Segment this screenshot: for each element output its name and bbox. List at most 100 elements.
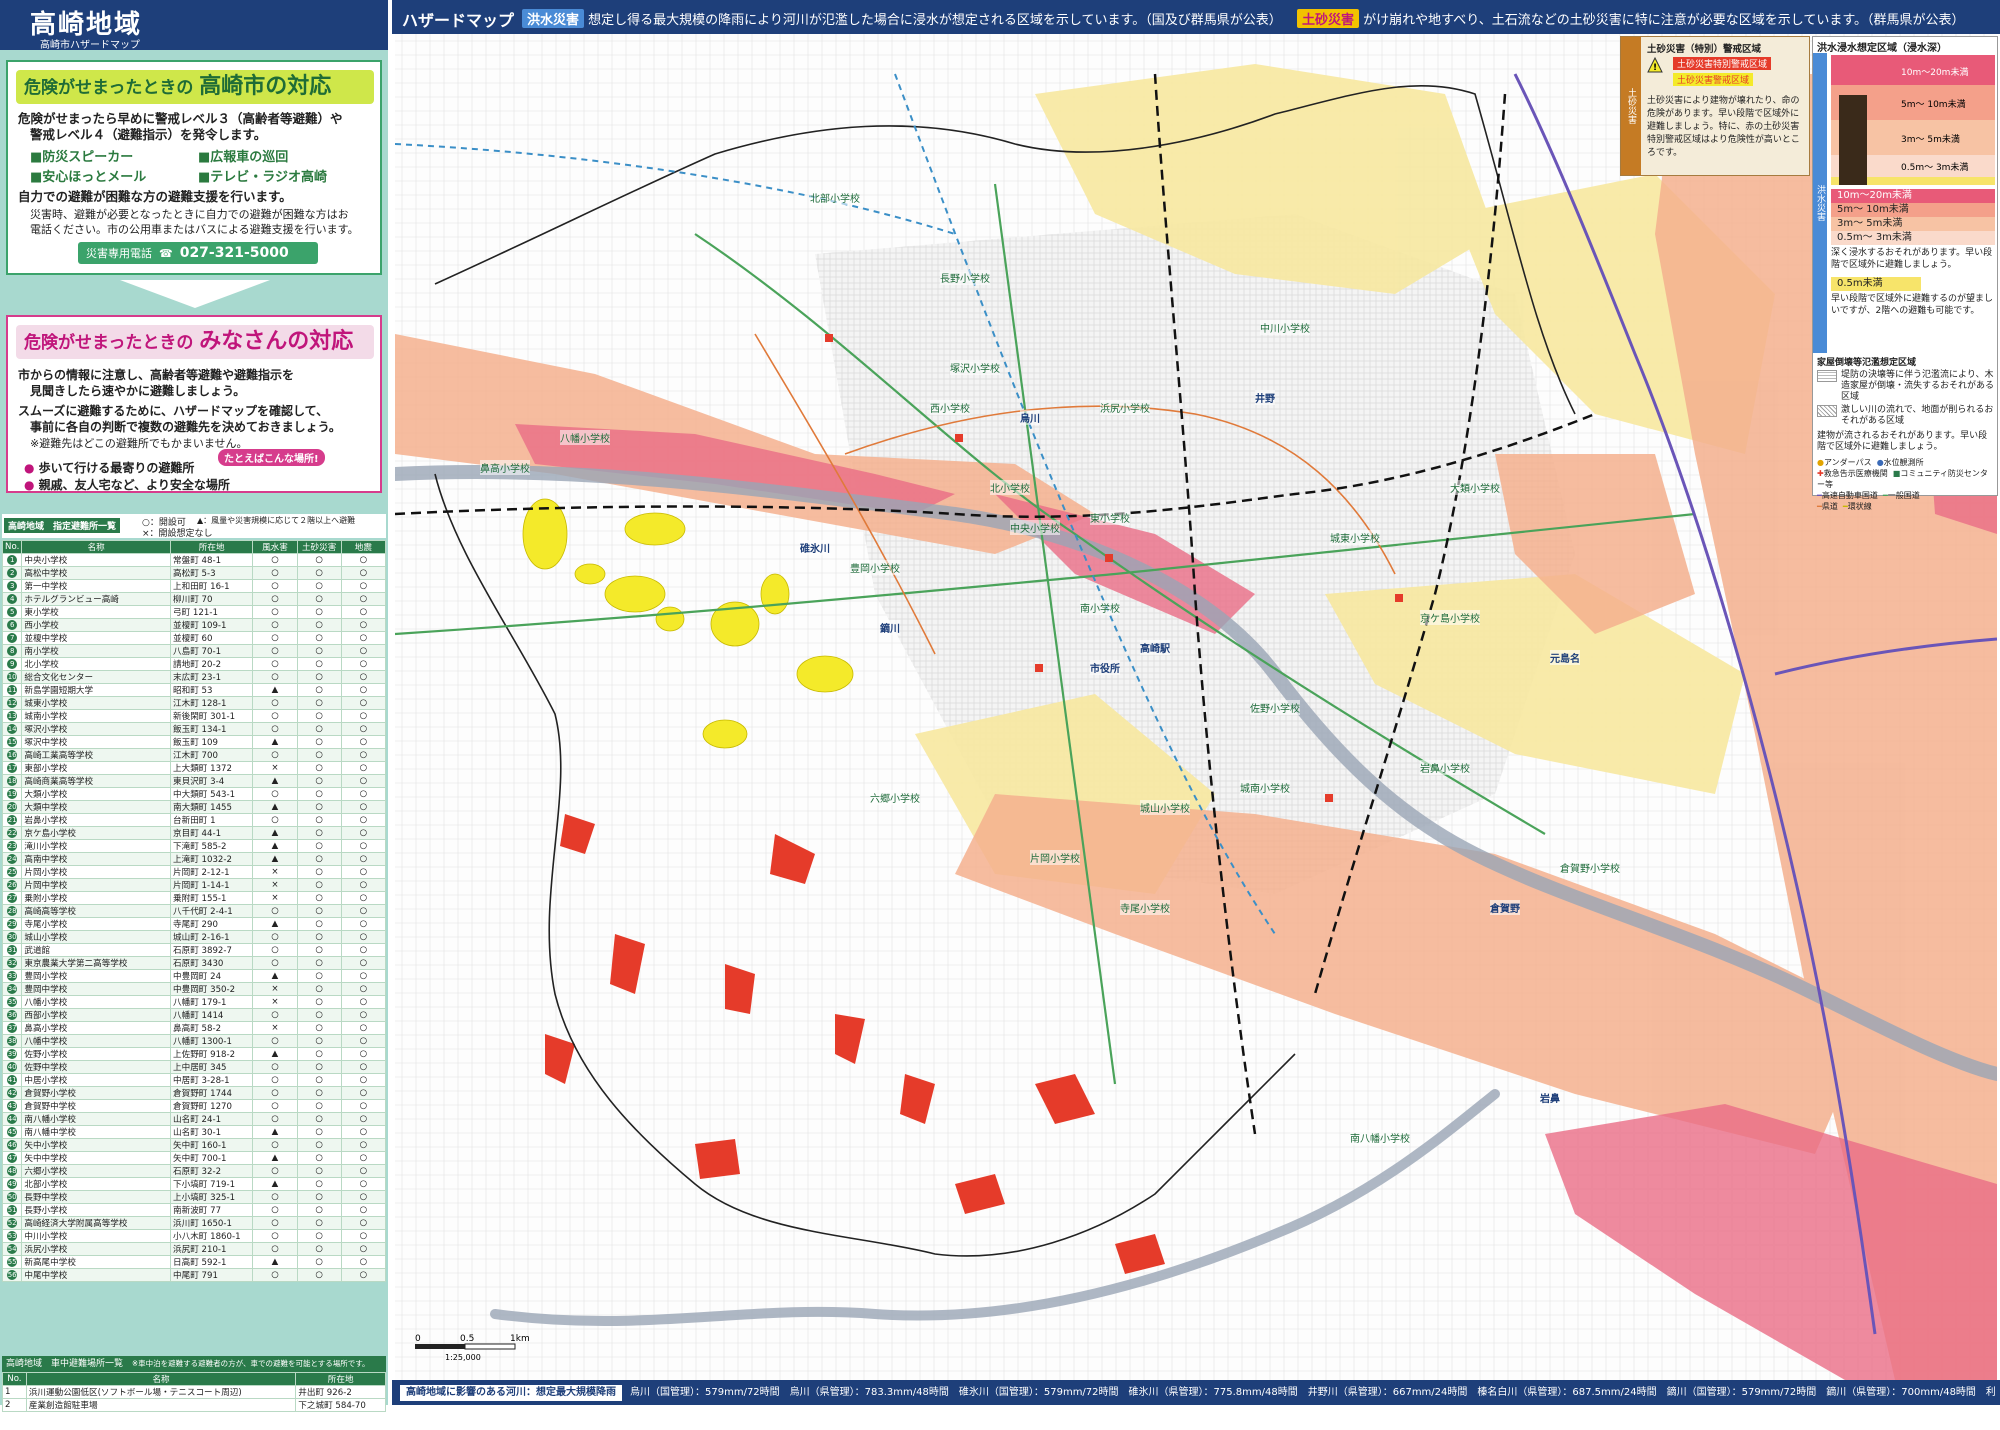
shelter-status: ○	[296, 878, 342, 892]
school-label[interactable]: 東小学校	[1090, 510, 1130, 525]
school-label[interactable]: 鼻高小学校	[480, 460, 530, 475]
school-label[interactable]: 中川小学校	[1260, 320, 1310, 335]
school-label[interactable]: 寺尾小学校	[1120, 900, 1170, 915]
table-row[interactable]: 30 城山小学校 城山町 2-16-1 ○ ○ ○	[1, 930, 387, 944]
school-label[interactable]: 西小学校	[930, 400, 970, 415]
table-row[interactable]: 49 北部小学校 下小塙町 719-1 ▲ ○ ○	[1, 1177, 387, 1191]
table-row[interactable]: 55 新高尾中学校 日高町 592-1 ▲ ○ ○	[1, 1255, 387, 1269]
table-row[interactable]: 4 ホテルグランビュー高崎 柳川町 70 ○ ○ ○	[1, 592, 387, 606]
table-row[interactable]: 50 長野中学校 上小塙町 325-1 ○ ○ ○	[1, 1190, 387, 1204]
shelter-address: 上佐野町 918-2	[170, 1047, 254, 1061]
table-row[interactable]: 1 浜川運動公園低区(ソフトボール場・テニスコート周辺) 井出町 926-2	[2, 1385, 386, 1399]
table-row[interactable]: 14 塚沢小学校 飯玉町 134-1 ○ ○ ○	[1, 722, 387, 736]
shelter-name: 城南小学校	[21, 709, 172, 723]
hospital-icon: ✚	[1817, 469, 1824, 478]
school-label[interactable]: 八幡小学校	[560, 430, 610, 445]
table-row[interactable]: 42 倉賀野小学校 倉賀野町 1744 ○ ○ ○	[1, 1086, 387, 1100]
table-row[interactable]: 6 西小学校 並榎町 109-1 ○ ○ ○	[1, 618, 387, 632]
table-row[interactable]: 36 西部小学校 八幡町 1414 ○ ○ ○	[1, 1008, 387, 1022]
table-row[interactable]: 21 岩鼻小学校 台新田町 1 ○ ○ ○	[1, 813, 387, 827]
table-row[interactable]: 53 中川小学校 小八木町 1860-1 ○ ○ ○	[1, 1229, 387, 1243]
shelter-status: ○	[340, 553, 387, 567]
school-label[interactable]: 浜尻小学校	[1100, 400, 1150, 415]
table-row[interactable]: 19 大類小学校 中大類町 543-1 ○ ○ ○	[1, 787, 387, 801]
table-row[interactable]: 38 八幡中学校 八幡町 1300-1 ○ ○ ○	[1, 1034, 387, 1048]
table-row[interactable]: 3 第一中学校 上和田町 16-1 ○ ○ ○	[1, 579, 387, 593]
shelter-status: ○	[252, 670, 298, 684]
school-label[interactable]: 塚沢小学校	[950, 360, 1000, 375]
table-row[interactable]: 7 並榎中学校 並榎町 60 ○ ○ ○	[1, 631, 387, 645]
shelter-status: ○	[340, 969, 387, 983]
school-label[interactable]: 城南小学校	[1240, 780, 1290, 795]
table-row[interactable]: 29 寺尾小学校 寺尾町 290 ▲ ○ ○	[1, 917, 387, 931]
school-label[interactable]: 長野小学校	[940, 270, 990, 285]
school-label[interactable]: 六郷小学校	[870, 790, 920, 805]
table-row[interactable]: 27 乗附小学校 乗附町 155-1 × ○ ○	[1, 891, 387, 905]
school-label[interactable]: 岩鼻小学校	[1420, 760, 1470, 775]
phone-number[interactable]: 027-321-5000	[180, 245, 289, 261]
shelter-number: 4	[1, 592, 23, 606]
channel-tv: ■テレビ・ラジオ高崎	[198, 170, 328, 185]
school-label[interactable]: 南八幡小学校	[1350, 1130, 1410, 1145]
table-row[interactable]: 20 大類中学校 南大類町 1455 ▲ ○ ○	[1, 800, 387, 814]
school-label[interactable]: 京ケ島小学校	[1420, 610, 1480, 625]
school-label[interactable]: 倉賀野小学校	[1560, 860, 1620, 875]
table-row[interactable]: 2 産業創造館駐車場 下之城町 584-70	[2, 1398, 386, 1412]
table-row[interactable]: 9 北小学校 請地町 20-2 ○ ○ ○	[1, 657, 387, 671]
school-label[interactable]: 中央小学校	[1010, 520, 1060, 535]
table-row[interactable]: 23 滝川小学校 下滝町 585-2 ▲ ○ ○	[1, 839, 387, 853]
table-row[interactable]: 12 城東小学校 江木町 128-1 ○ ○ ○	[1, 696, 387, 710]
table-row[interactable]: 10 総合文化センター 末広町 23-1 ○ ○ ○	[1, 670, 387, 684]
table-row[interactable]: 8 南小学校 八島町 70-1 ○ ○ ○	[1, 644, 387, 658]
table-row[interactable]: 28 高崎高等学校 八千代町 2-4-1 ○ ○ ○	[1, 904, 387, 918]
shelter-status: ○	[296, 1099, 342, 1113]
table-row[interactable]: 24 高南中学校 上滝町 1032-2 ▲ ○ ○	[1, 852, 387, 866]
table-row[interactable]: 18 高崎商業高等学校 東貝沢町 3-4 ▲ ○ ○	[1, 774, 387, 788]
table-row[interactable]: 35 八幡小学校 八幡町 179-1 × ○ ○	[1, 995, 387, 1009]
table-row[interactable]: 56 中尾中学校 中尾町 791 ○ ○ ○	[1, 1268, 387, 1282]
table-row[interactable]: 43 倉賀野中学校 倉賀野町 1270 ○ ○ ○	[1, 1099, 387, 1113]
table-row[interactable]: 34 豊岡中学校 中豊岡町 350-2 × ○ ○	[1, 982, 387, 996]
table-row[interactable]: 40 佐野中学校 上中居町 345 ○ ○ ○	[1, 1060, 387, 1074]
school-label[interactable]: 城東小学校	[1330, 530, 1380, 545]
table-row[interactable]: 46 矢中小学校 矢中町 160-1 ○ ○ ○	[1, 1138, 387, 1152]
table-row[interactable]: 11 新島学園短期大学 昭和町 53 ▲ ○ ○	[1, 683, 387, 697]
school-label[interactable]: 北小学校	[990, 480, 1030, 495]
school-label[interactable]: 片岡小学校	[1030, 850, 1080, 865]
table-row[interactable]: 44 南八幡小学校 山名町 24-1 ○ ○ ○	[1, 1112, 387, 1126]
school-label[interactable]: 佐野小学校	[1250, 700, 1300, 715]
school-label[interactable]: 城山小学校	[1140, 800, 1190, 815]
table-row[interactable]: 48 六郷小学校 石原町 32-2 ○ ○ ○	[1, 1164, 387, 1178]
shelter-name: ホテルグランビュー高崎	[21, 592, 172, 606]
table-row[interactable]: 32 東京農業大学第二高等学校 石原町 3430 ○ ○ ○	[1, 956, 387, 970]
table-row[interactable]: 39 佐野小学校 上佐野町 918-2 ▲ ○ ○	[1, 1047, 387, 1061]
table-row[interactable]: 2 高松中学校 高松町 5-3 ○ ○ ○	[1, 566, 387, 580]
table-row[interactable]: 22 京ケ島小学校 京目町 44-1 ▲ ○ ○	[1, 826, 387, 840]
table-row[interactable]: 13 城南小学校 新後閑町 301-1 ○ ○ ○	[1, 709, 387, 723]
table-row[interactable]: 51 長野小学校 南新波町 77 ○ ○ ○	[1, 1203, 387, 1217]
table-row[interactable]: 15 塚沢中学校 飯玉町 109 ▲ ○ ○	[1, 735, 387, 749]
table-row[interactable]: 33 豊岡小学校 中豊岡町 24 ▲ ○ ○	[1, 969, 387, 983]
shelter-status: ○	[296, 683, 342, 697]
table-row[interactable]: 41 中居小学校 中居町 3-28-1 ○ ○ ○	[1, 1073, 387, 1087]
table-row[interactable]: 31 武道館 石原町 3892-7 ○ ○ ○	[1, 943, 387, 957]
shelter-status: ○	[252, 722, 298, 736]
school-label[interactable]: 大類小学校	[1450, 480, 1500, 495]
table-row[interactable]: 17 東部小学校 上大類町 1372 × ○ ○	[1, 761, 387, 775]
school-label[interactable]: 北部小学校	[810, 190, 860, 205]
table-row[interactable]: 37 鼻高小学校 鼻高町 58-2 × ○ ○	[1, 1021, 387, 1035]
table-row[interactable]: 1 中央小学校 常盤町 48-1 ○ ○ ○	[1, 553, 387, 567]
table-row[interactable]: 5 東小学校 弓町 121-1 ○ ○ ○	[1, 605, 387, 619]
school-label[interactable]: 豊岡小学校	[850, 560, 900, 575]
table-row[interactable]: 52 高崎経済大学附属高等学校 浜川町 1650-1 ○ ○ ○	[1, 1216, 387, 1230]
school-label[interactable]: 南小学校	[1080, 600, 1120, 615]
table-row[interactable]: 16 高崎工業高等学校 江木町 700 ○ ○ ○	[1, 748, 387, 762]
table-row[interactable]: 25 片岡小学校 片岡町 2-12-1 × ○ ○	[1, 865, 387, 879]
table-row[interactable]: 26 片岡中学校 片岡町 1-14-1 × ○ ○	[1, 878, 387, 892]
shelter-number: 14	[1, 722, 23, 736]
shelter-address: 江木町 700	[170, 748, 254, 762]
table-row[interactable]: 45 南八幡中学校 山名町 30-1 ▲ ○ ○	[1, 1125, 387, 1139]
table-row[interactable]: 54 浜尻小学校 浜尻町 210-1 ○ ○ ○	[1, 1242, 387, 1256]
hazard-map[interactable]: 0 0.5 1km 1:25,000	[395, 34, 1997, 1380]
table-row[interactable]: 47 矢中中学校 矢中町 700-1 ▲ ○ ○	[1, 1151, 387, 1165]
